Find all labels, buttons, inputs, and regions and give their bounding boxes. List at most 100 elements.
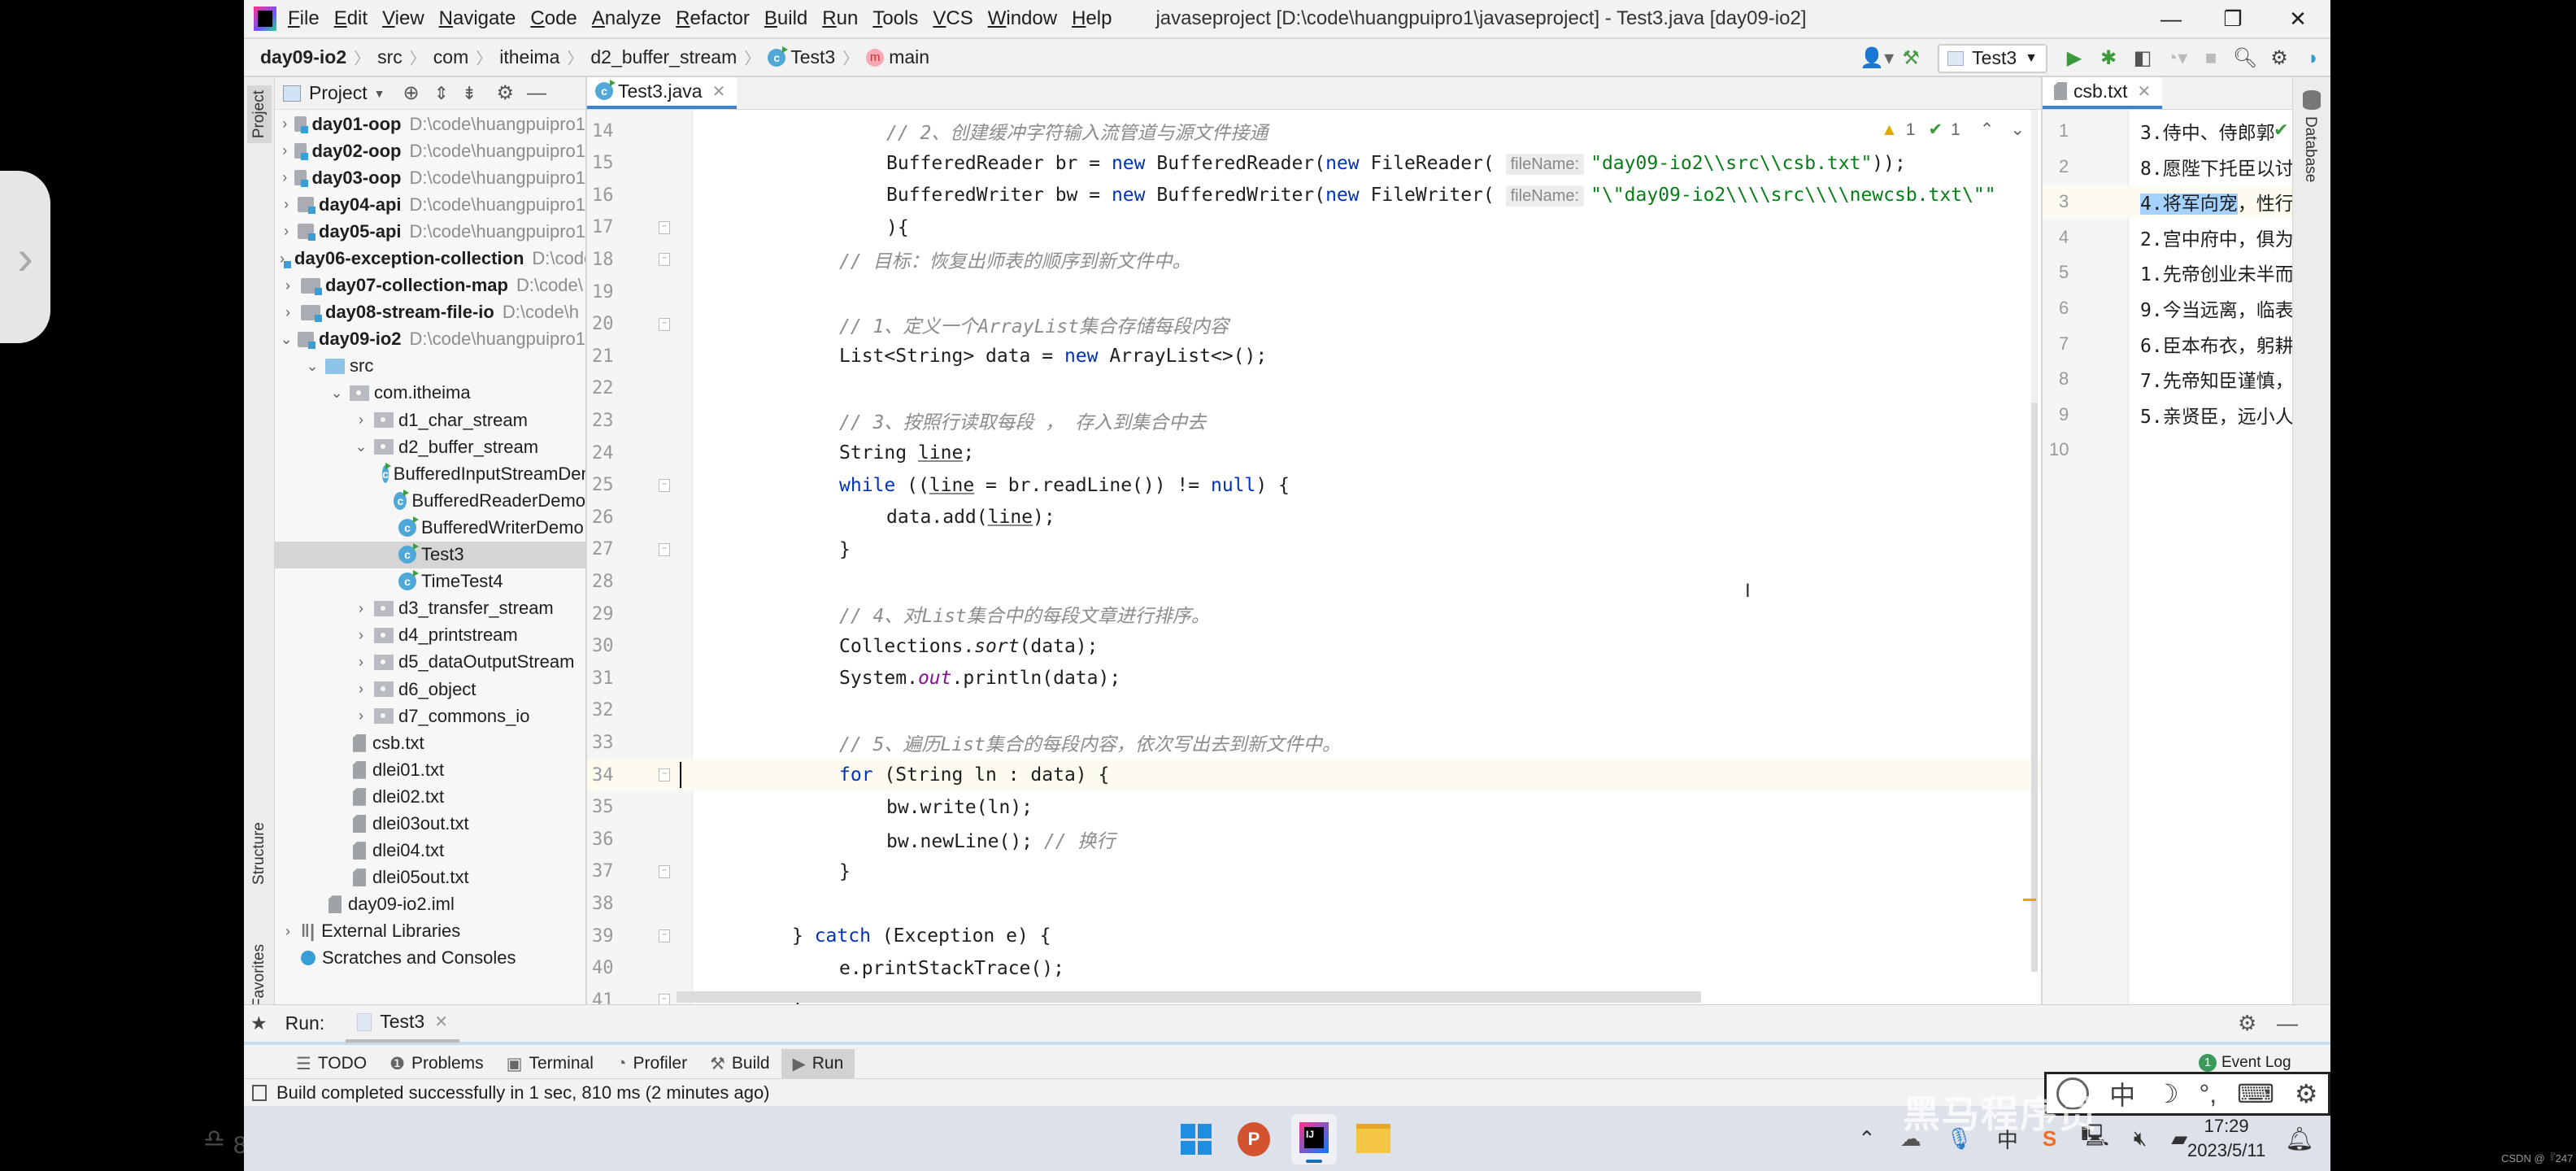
tree-item[interactable]: › day04-api D:\code\huangpuipro1 bbox=[275, 191, 585, 218]
code-line[interactable]: 22 bbox=[587, 372, 2041, 405]
chevron-right-icon[interactable]: › bbox=[280, 142, 289, 159]
tree-item[interactable]: › day05-api D:\code\huangpuipro1 bbox=[275, 218, 585, 245]
close-tab-icon[interactable]: ✕ bbox=[2137, 81, 2151, 102]
code-line[interactable]: 29 // 4、对List集合中的每段文章进行排序。 bbox=[587, 598, 2041, 630]
minimize-button[interactable]: — bbox=[2139, 0, 2204, 37]
fold-marker-icon[interactable]: − bbox=[659, 220, 670, 234]
settings-gear-icon[interactable]: ⚙ bbox=[2262, 42, 2296, 75]
code-line[interactable]: 38 bbox=[587, 887, 2041, 920]
breadcrumb-item[interactable]: src bbox=[377, 46, 402, 68]
code-line[interactable]: 36 bw.newLine(); // 换行 bbox=[587, 823, 2041, 855]
run-config-select[interactable]: Test3 ▼ bbox=[1938, 43, 2047, 73]
chevron-right-icon[interactable]: › bbox=[353, 654, 369, 671]
tree-item[interactable]: c BufferedWriterDemo bbox=[275, 514, 585, 541]
menu-view[interactable]: View bbox=[382, 7, 424, 30]
panel-settings-icon[interactable]: ⚙ bbox=[496, 81, 514, 105]
collapse-all-icon[interactable]: ⇟ bbox=[462, 83, 476, 104]
code-line[interactable]: 37 −} bbox=[587, 855, 2041, 888]
code-line[interactable]: 18 − // 目标：恢复出师表的顺序到新文件中。 bbox=[587, 243, 2041, 276]
bottom-tab-run[interactable]: ▶ Run bbox=[781, 1049, 855, 1078]
text-line[interactable]: 3 4.将军向宠，性行 bbox=[2043, 185, 2292, 219]
tree-item[interactable]: › d6_object bbox=[275, 676, 585, 703]
chevron-right-icon[interactable]: › bbox=[353, 681, 369, 698]
hide-panel-icon[interactable]: — bbox=[527, 82, 546, 105]
code-line[interactable]: 17 −){ bbox=[587, 211, 2041, 244]
chevron-right-icon[interactable]: › bbox=[353, 707, 369, 725]
stop-icon[interactable]: ■ bbox=[2194, 42, 2228, 75]
text-line[interactable]: 9 5.亲贤臣，远小人 bbox=[2043, 398, 2292, 431]
favorites-star-icon[interactable]: ★ bbox=[250, 1012, 268, 1034]
ime-punctuation-icon[interactable]: °, bbox=[2199, 1079, 2217, 1109]
tree-item[interactable]: c TimeTest4 bbox=[275, 568, 585, 595]
build-hammer-icon[interactable]: ⚒ bbox=[1894, 42, 1928, 75]
powerpoint-app-icon[interactable]: P bbox=[1238, 1122, 1270, 1156]
tree-item[interactable]: Scratches and Consoles bbox=[275, 945, 585, 972]
tree-item[interactable]: › day02-oop D:\code\huangpuipro1 bbox=[275, 137, 585, 164]
menu-refactor[interactable]: Refactor bbox=[676, 7, 750, 30]
ime-halfwidth-icon[interactable]: ☽ bbox=[2156, 1078, 2179, 1109]
volume-muted-icon[interactable]: 🔇︎ bbox=[2134, 1125, 2147, 1151]
tree-item[interactable]: c BufferedInputStreamDemo bbox=[275, 460, 585, 487]
bottom-tab-todo[interactable]: ☰ TODO bbox=[285, 1049, 378, 1078]
tree-item[interactable]: › d1_char_stream bbox=[275, 407, 585, 433]
tree-item[interactable]: day09-io2.iml bbox=[275, 891, 585, 918]
menu-analyze[interactable]: Analyze bbox=[592, 7, 661, 30]
code-line[interactable]: 31 System.out.println(data); bbox=[587, 662, 2041, 694]
chevron-right-icon[interactable]: › bbox=[280, 304, 296, 321]
tree-item[interactable]: › d4_printstream bbox=[275, 622, 585, 649]
tree-item[interactable]: dlei02.txt bbox=[275, 783, 585, 810]
bottom-tab-profiler[interactable]: ◔ Profiler bbox=[605, 1049, 698, 1078]
inspection-widget[interactable]: ▲ 1 ✔ 1 ⌃ ⌄ bbox=[1881, 120, 2025, 140]
chevron-right-icon[interactable]: › bbox=[280, 923, 296, 940]
code-line[interactable]: 25 − while ((line = br.readLine()) != null… bbox=[587, 469, 2041, 502]
code-line[interactable]: 34 − for (String ln : data) { bbox=[587, 759, 2041, 791]
chevron-right-icon[interactable]: › bbox=[280, 277, 296, 294]
code-line[interactable]: 21 List<String> data = new ArrayList<>(); bbox=[587, 340, 2041, 372]
file-explorer-app-icon[interactable] bbox=[1356, 1124, 1390, 1153]
close-tab-icon[interactable]: ✕ bbox=[434, 1012, 448, 1032]
fold-marker-icon[interactable]: − bbox=[659, 929, 670, 942]
run-tab-test3[interactable]: Test3 ✕ bbox=[346, 1005, 459, 1043]
text-line[interactable]: 8 7.先帝知臣谨慎， bbox=[2043, 363, 2292, 395]
chevron-right-icon[interactable]: › bbox=[353, 627, 369, 644]
coverage-icon[interactable]: ◧ bbox=[2126, 42, 2160, 75]
previous-highlight-icon[interactable]: ⌃ bbox=[1980, 120, 1995, 140]
tree-item[interactable]: › day08-stream-file-io D:\code\h bbox=[275, 299, 585, 326]
code-line[interactable]: 33 // 5、遍历List集合的每段内容，依次写出去到新文件中。 bbox=[587, 726, 2041, 759]
chevron-down-icon[interactable]: ▼ bbox=[374, 87, 385, 100]
intellij-app-icon[interactable]: IJ bbox=[1291, 1114, 1337, 1164]
tree-item[interactable]: dlei03out.txt bbox=[275, 810, 585, 837]
fold-marker-icon[interactable]: − bbox=[659, 994, 670, 1004]
menu-vcs[interactable]: VCS bbox=[933, 7, 973, 30]
restore-button[interactable]: ❐ bbox=[2200, 0, 2265, 37]
run-icon[interactable]: ▶ bbox=[2057, 42, 2091, 75]
tree-item[interactable]: c BufferedReaderDemo bbox=[275, 487, 585, 514]
text-line[interactable]: 4 2.宫中府中，俱为 bbox=[2043, 221, 2292, 254]
expand-all-icon[interactable]: ⇕ bbox=[434, 83, 449, 104]
bottom-tab-terminal[interactable]: ▣ Terminal bbox=[495, 1049, 605, 1078]
text-line[interactable]: 5 1.先帝创业未半而 bbox=[2043, 256, 2292, 289]
chevron-down-icon[interactable]: ⌄ bbox=[280, 331, 293, 348]
text-line[interactable]: 1 3.侍中、侍郎郭 bbox=[2043, 115, 2292, 147]
breadcrumb-item[interactable]: com bbox=[433, 46, 468, 68]
plugin-icon[interactable]: ◗ bbox=[2296, 42, 2330, 75]
tree-item[interactable]: ⌄ com.itheima bbox=[275, 380, 585, 407]
menu-code[interactable]: Code bbox=[530, 7, 577, 30]
locate-file-icon[interactable]: ⊕ bbox=[402, 81, 419, 105]
tree-item[interactable]: › d3_transfer_stream bbox=[275, 595, 585, 622]
debug-icon[interactable]: ✱ bbox=[2091, 42, 2126, 75]
project-view-select[interactable]: Project bbox=[309, 82, 368, 104]
clock[interactable]: 17:29 2023/5/11 bbox=[2187, 1114, 2265, 1163]
start-button[interactable] bbox=[1181, 1124, 1212, 1155]
menu-tools[interactable]: Tools bbox=[872, 7, 918, 30]
side-panel-toggle[interactable]: › bbox=[0, 171, 50, 343]
editor-vertical-scrollbar[interactable] bbox=[2031, 110, 2038, 972]
vcs-user-icon[interactable]: 👤▾ bbox=[1860, 42, 1894, 75]
text-line[interactable]: 6 9.今当远离，临表 bbox=[2043, 292, 2292, 324]
tree-item[interactable]: › day03-oop D:\code\huangpuipro1 bbox=[275, 164, 585, 191]
profile-icon[interactable]: ◔▾ bbox=[2160, 42, 2194, 75]
show-hidden-icons[interactable]: ⌃ bbox=[1858, 1126, 1876, 1151]
event-log-button[interactable]: 1 Event Log bbox=[2199, 1054, 2291, 1072]
code-line[interactable]: 32 bbox=[587, 694, 2041, 727]
code-line[interactable]: 26 data.add(line); bbox=[587, 501, 2041, 533]
